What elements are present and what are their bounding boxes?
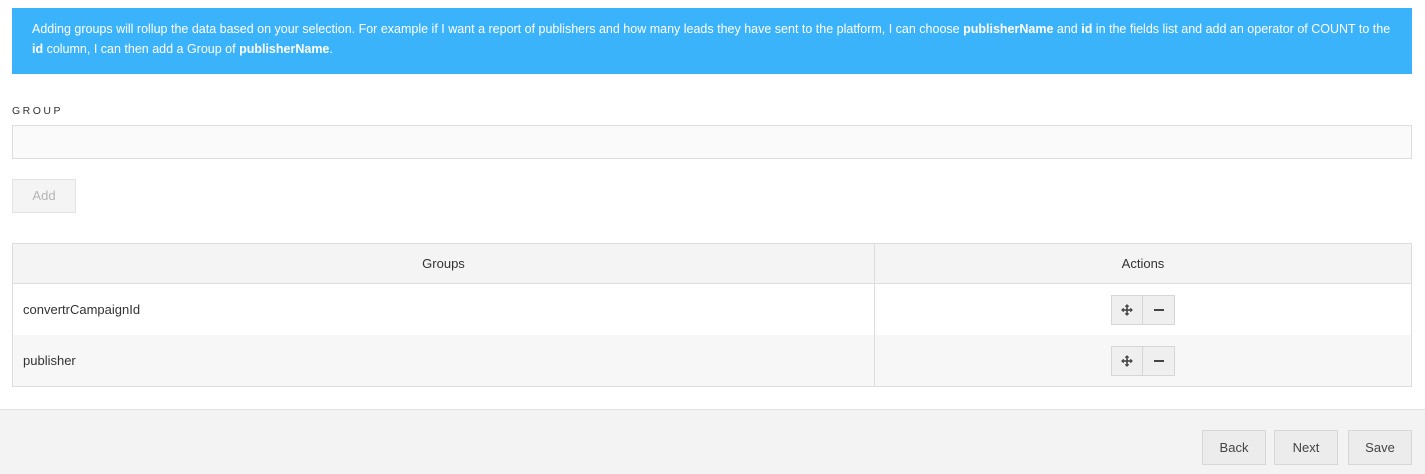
save-button[interactable]: Save [1348,430,1412,465]
move-icon [1121,303,1133,316]
move-icon [1121,354,1133,367]
banner-bold-2: id [1081,22,1093,36]
banner-bold-4: publisherName [239,41,330,56]
banner-text-5: . [329,41,333,56]
actions-cell [874,283,1412,335]
next-button[interactable]: Next [1274,430,1338,465]
groups-table: Groups Actions convertrCampaignId publis… [12,243,1412,387]
back-button[interactable]: Back [1202,430,1266,465]
move-button[interactable] [1111,345,1143,376]
remove-button[interactable] [1143,294,1175,325]
row-action-group [1111,345,1175,376]
info-banner: Adding groups will rollup the data based… [12,8,1412,74]
table-row: convertrCampaignId [12,283,1412,335]
wizard-footer: Back Next Save [0,409,1425,474]
banner-text-2: and [1053,22,1082,36]
remove-button[interactable] [1143,345,1175,376]
banner-text-4: column, I can then add a Group of [43,41,240,56]
groups-column-header: Groups [12,243,875,284]
actions-column-header: Actions [874,243,1412,284]
remove-icon [1153,359,1164,362]
banner-text-1: Adding groups will rollup the data based… [32,22,964,36]
group-cell: publisher [12,335,875,387]
group-input[interactable] [12,125,1412,159]
table-row: publisher [12,335,1412,387]
group-cell: convertrCampaignId [12,283,875,335]
banner-bold-3: id [32,41,44,56]
banner-bold-1: publisherName [963,22,1054,36]
remove-icon [1153,308,1164,311]
row-action-group [1111,294,1175,325]
actions-cell [874,335,1412,387]
move-button[interactable] [1111,294,1143,325]
group-field-label: GROUP [12,105,64,117]
report-groups-page: Adding groups will rollup the data based… [0,0,1425,474]
banner-text-3: in the fields list and add an operator o… [1092,22,1391,36]
table-header-row: Groups Actions [12,243,1412,284]
add-group-button[interactable]: Add [12,179,76,213]
